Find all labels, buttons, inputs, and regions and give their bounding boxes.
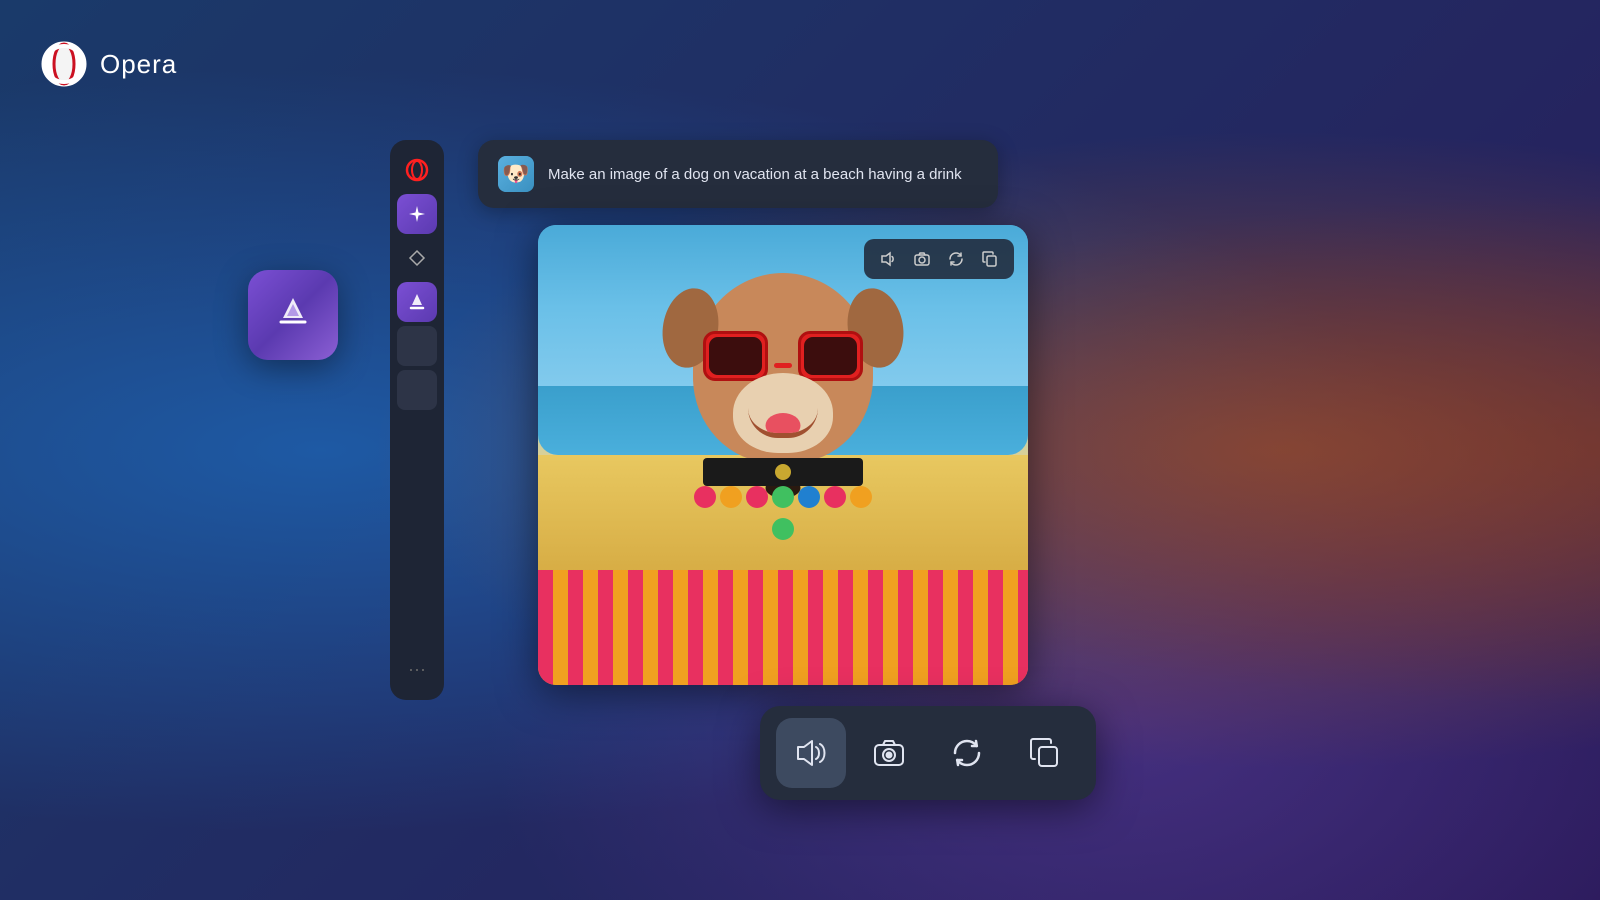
refresh-large-icon [950, 736, 984, 770]
speaker-large-icon [794, 736, 828, 770]
sunglass-left [703, 331, 768, 381]
action-camera-button[interactable] [854, 718, 924, 788]
lei-flower-2 [720, 486, 742, 508]
opera-icon [40, 40, 88, 88]
sidebar-item-box1[interactable] [397, 326, 437, 366]
generated-dog-image [538, 225, 1028, 685]
opera-logo: Opera [40, 40, 177, 88]
lei-flower-5 [798, 486, 820, 508]
sidebar: ··· [390, 140, 444, 700]
sunglass-bridge [774, 363, 792, 368]
chat-avatar [498, 156, 534, 192]
image-small-toolbar [864, 239, 1014, 279]
copy-small-icon [982, 251, 998, 267]
lei-flower-3 [746, 486, 768, 508]
action-refresh-button[interactable] [932, 718, 1002, 788]
action-speak-button[interactable] [776, 718, 846, 788]
dog-collar [703, 458, 863, 486]
lei-flower-4 [772, 486, 794, 508]
action-copy-button[interactable] [1010, 718, 1080, 788]
dog-tongue [766, 413, 801, 438]
chat-bubble: Make an image of a dog on vacation at a … [478, 140, 998, 208]
action-bar [760, 706, 1096, 800]
opera-text: Opera [100, 49, 177, 80]
dog-lei [683, 483, 883, 543]
speaker-small-icon [880, 251, 896, 267]
sidebar-item-opera[interactable] [397, 150, 437, 190]
dog-head [693, 273, 873, 463]
floating-app-icon[interactable] [248, 270, 338, 360]
chat-avatar-image [498, 156, 534, 192]
collar-stud [775, 464, 791, 480]
dog-muzzle [733, 373, 833, 453]
dog-smile [748, 408, 818, 438]
toolbar-camera-button[interactable] [908, 245, 936, 273]
dog-body [673, 273, 893, 593]
copy-large-icon [1028, 736, 1062, 770]
sparkle-icon [407, 204, 427, 224]
refresh-small-icon [948, 251, 964, 267]
sidebar-item-box2[interactable] [397, 370, 437, 410]
sidebar-item-more[interactable]: ··· [408, 649, 426, 690]
toolbar-refresh-button[interactable] [942, 245, 970, 273]
lei-flower-6 [824, 486, 846, 508]
sidebar-item-aria[interactable] [397, 194, 437, 234]
diamond-icon [408, 249, 426, 267]
lei-flower-7 [850, 486, 872, 508]
image-card [538, 225, 1028, 685]
lei-flower-1 [694, 486, 716, 508]
toolbar-copy-button[interactable] [976, 245, 1004, 273]
aria-app-icon [406, 291, 428, 313]
sidebar-item-aria-app[interactable] [397, 282, 437, 322]
chat-message: Make an image of a dog on vacation at a … [548, 164, 962, 185]
toolbar-speak-button[interactable] [874, 245, 902, 273]
opera-sidebar-icon [405, 158, 429, 182]
sunglass-right [798, 331, 863, 381]
sidebar-item-diamond[interactable] [397, 238, 437, 278]
camera-large-icon [872, 736, 906, 770]
camera-small-icon [914, 251, 930, 267]
aria-logo-icon [268, 290, 318, 340]
lei-flower-8 [772, 518, 794, 540]
